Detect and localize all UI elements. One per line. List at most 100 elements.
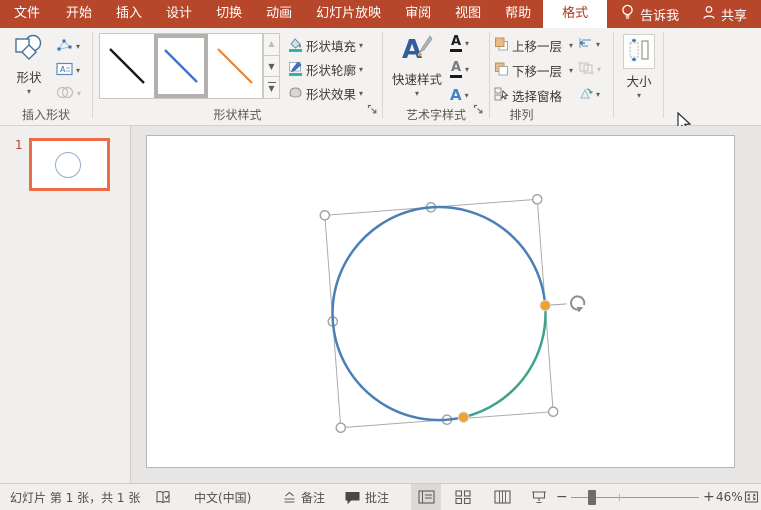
- gallery-scroll-up-button[interactable]: ▲: [263, 33, 280, 56]
- quick-styles-label: 快速样式: [391, 72, 442, 87]
- dropdown-arrow: ▾: [76, 65, 81, 75]
- gallery-more-button[interactable]: ▼: [263, 77, 280, 100]
- size-icon: [623, 34, 655, 69]
- zoom-out-button[interactable]: −: [556, 484, 568, 510]
- slideshow-button[interactable]: [524, 484, 554, 510]
- tab-transitions[interactable]: 切换: [204, 0, 254, 28]
- language-button[interactable]: 中文(中国): [194, 484, 251, 510]
- notes-button[interactable]: 备注: [283, 484, 325, 510]
- text-fill-button[interactable]: A ▾: [450, 35, 469, 52]
- text-outline-button[interactable]: A ▾: [450, 61, 469, 78]
- shape-style-option-3[interactable]: [208, 34, 262, 98]
- slide-sorter-button[interactable]: [448, 484, 478, 510]
- tab-slideshow[interactable]: 幻灯片放映: [304, 0, 393, 28]
- zoom-slider[interactable]: [571, 484, 699, 510]
- group-shape-styles: ▲ ▼ ▼ 形状填充 ▾ 形状轮廓 ▾ 形状效果 ▾ 形状样式: [93, 28, 382, 126]
- arc-adjust-handle-right[interactable]: [539, 299, 551, 312]
- editor-area: [131, 126, 761, 483]
- dropdown-arrow: ▾: [77, 89, 82, 98]
- reading-view-icon: [493, 490, 511, 504]
- group-insert-shapes: 形状 ▾ ▾ A ▾ ▾ 插入形状: [0, 28, 92, 126]
- dropdown-arrow: ▾: [464, 90, 469, 100]
- share-label: 共享: [720, 8, 747, 24]
- group-label-insert-shapes: 插入形状: [21, 108, 70, 122]
- bring-forward-icon: [494, 37, 509, 54]
- merge-shapes-button[interactable]: ▾: [56, 86, 81, 102]
- tab-format-active[interactable]: 格式: [543, 0, 608, 28]
- group-button-disabled: ▾: [578, 61, 601, 78]
- spellcheck-button[interactable]: [155, 484, 172, 510]
- slide-shapes-layer: [319, 194, 586, 433]
- edit-shape-icon: [56, 38, 73, 56]
- slide-canvas[interactable]: [146, 135, 735, 468]
- notes-label: 备注: [301, 490, 326, 505]
- ribbon-format-tab-contents: 形状 ▾ ▾ A ▾ ▾ 插入形状 ▲ ▼ ▼ 形状填充 ▾ 形状轮廓 ▾ 形状…: [0, 28, 761, 140]
- tab-home[interactable]: 开始: [54, 0, 104, 28]
- shape-style-option-1[interactable]: [100, 34, 154, 98]
- shape-outline-icon: [288, 61, 303, 79]
- zoom-slider-thumb[interactable]: [588, 490, 596, 505]
- shapes-button[interactable]: 形状 ▾: [6, 34, 52, 96]
- slide-thumbnail-1[interactable]: [29, 138, 110, 191]
- group-size: 大小 ▾: [614, 28, 663, 126]
- bring-forward-button[interactable]: 上移一层 ▾: [494, 36, 573, 55]
- tab-help[interactable]: 帮助: [493, 0, 543, 28]
- tab-view[interactable]: 视图: [443, 0, 493, 28]
- dropdown-arrow: ▾: [569, 65, 574, 75]
- dropdown-arrow: ▾: [569, 40, 574, 50]
- dropdown-arrow: ▾: [359, 40, 364, 50]
- shape-fill-button[interactable]: 形状填充 ▾: [288, 36, 363, 55]
- gallery-more-arrow: ▼: [268, 84, 275, 94]
- text-box-button[interactable]: A ▾: [56, 62, 80, 79]
- normal-view-button[interactable]: [411, 484, 441, 510]
- slides-panel: 1: [0, 126, 131, 483]
- zoom-in-button[interactable]: +: [703, 484, 715, 510]
- thumbnail-circle: [55, 152, 81, 178]
- rotate-button[interactable]: ▾: [578, 86, 600, 103]
- tab-animations[interactable]: 动画: [254, 0, 304, 28]
- reading-view-button[interactable]: [487, 484, 517, 510]
- rotate-icon: [578, 86, 593, 103]
- svg-text:A: A: [60, 65, 66, 74]
- dropdown-arrow: ▾: [636, 91, 641, 100]
- shapes-button-label: 形状: [16, 70, 42, 85]
- comments-button[interactable]: 批注: [345, 484, 389, 510]
- dropdown-arrow: ▾: [26, 87, 31, 96]
- shape-fill-label: 形状填充: [306, 39, 357, 54]
- size-button[interactable]: 大小 ▾: [620, 34, 658, 100]
- shape-outline-button[interactable]: 形状轮廓 ▾: [288, 60, 363, 79]
- quick-styles-button[interactable]: A 快速样式 ▾: [388, 34, 446, 98]
- arc-adjust-handle-bottom[interactable]: [457, 411, 470, 423]
- tab-insert[interactable]: 插入: [104, 0, 154, 28]
- shape-style-option-2-selected[interactable]: [154, 34, 208, 98]
- shape-styles-dialog-launcher[interactable]: [367, 104, 379, 116]
- rotation-handle[interactable]: [570, 295, 586, 313]
- shape-effects-button[interactable]: 形状效果 ▾: [288, 84, 363, 103]
- statusbar: 幻灯片 第 1 张，共 1 张 中文(中国) 备注 批注 − + 46%: [0, 483, 761, 510]
- shape-effects-label: 形状效果: [306, 87, 357, 102]
- text-effects-button[interactable]: A ▾: [450, 88, 469, 103]
- send-backward-button[interactable]: 下移一层 ▾: [494, 61, 573, 80]
- quick-styles-icon: A: [400, 34, 434, 67]
- svg-text:A: A: [402, 35, 422, 64]
- dropdown-arrow: ▾: [597, 64, 602, 74]
- align-button[interactable]: ▾: [578, 36, 600, 53]
- size-label: 大小: [626, 74, 652, 89]
- tell-me[interactable]: 告诉我: [621, 0, 679, 28]
- fit-slide-button[interactable]: [744, 484, 759, 510]
- tab-file[interactable]: 文件: [0, 0, 54, 28]
- edit-shape-button[interactable]: ▾: [56, 38, 80, 56]
- scroll-down-icon: ▼: [268, 61, 275, 71]
- zoom-level[interactable]: 46%: [716, 484, 743, 510]
- text-box-icon: A: [56, 62, 73, 79]
- selection-pane-button[interactable]: 选择窗格: [494, 86, 562, 105]
- arc-shape-blue-segment[interactable]: [331, 205, 547, 422]
- gallery-scroll-down-button[interactable]: ▼: [263, 55, 280, 78]
- tell-me-label: 告诉我: [640, 8, 680, 24]
- tab-design[interactable]: 设计: [154, 0, 204, 28]
- tab-review[interactable]: 审阅: [393, 0, 443, 28]
- arc-shape-green-segment[interactable]: [463, 305, 547, 419]
- selection-handles[interactable]: [319, 194, 559, 433]
- dropdown-arrow: ▾: [596, 89, 601, 99]
- share-button[interactable]: 共享: [702, 0, 747, 28]
